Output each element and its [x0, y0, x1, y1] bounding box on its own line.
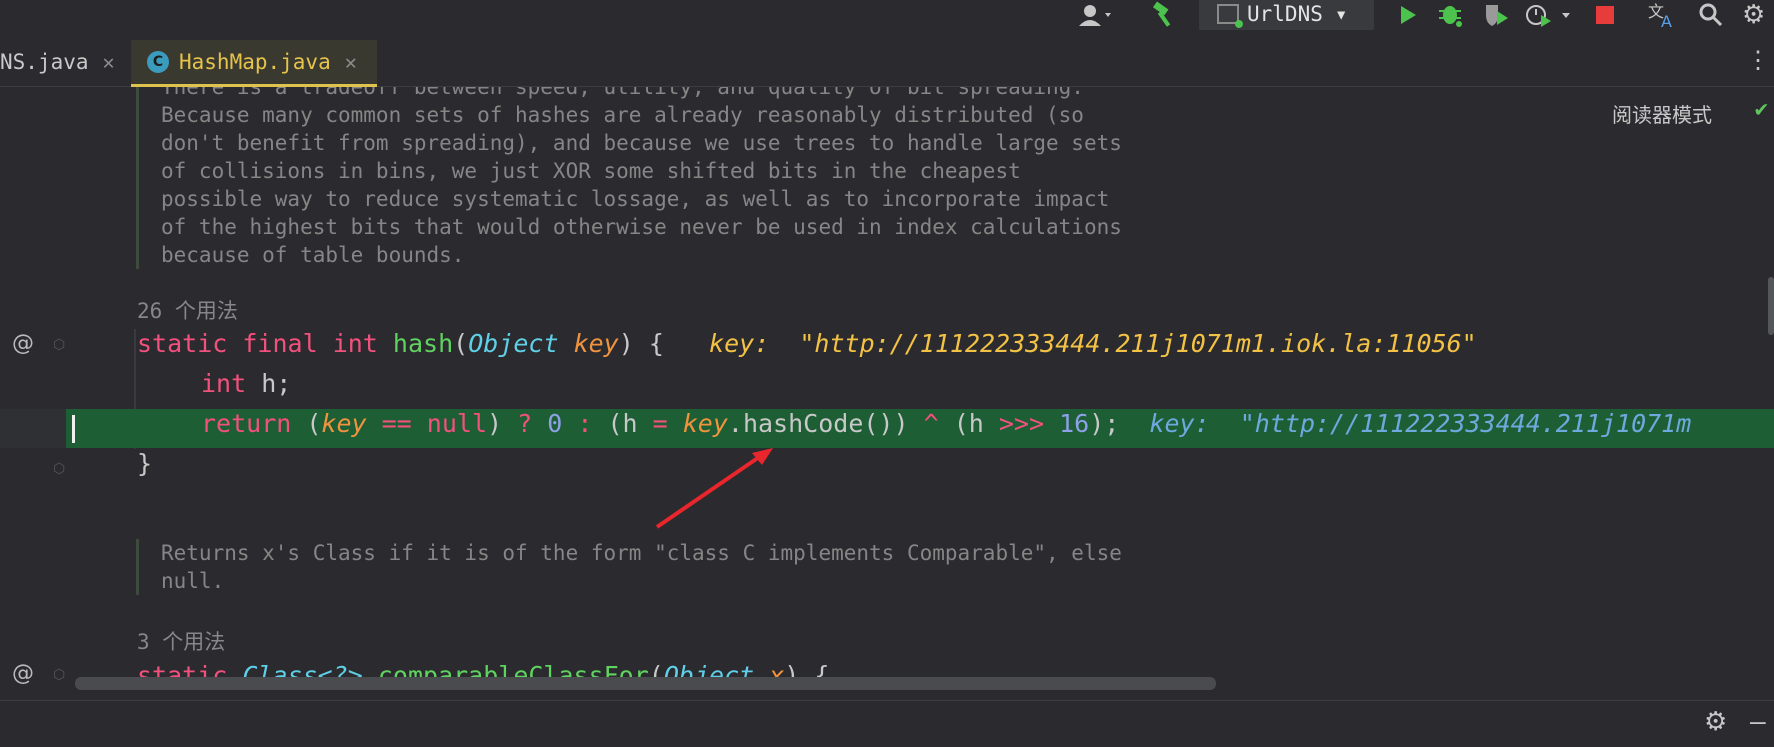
debug-inline-value: "http://111222333444.211j1071m — [1239, 409, 1692, 438]
keyword: return — [201, 409, 292, 438]
debug-inline-value-label: key: — [709, 329, 770, 358]
code-text: h; — [246, 369, 292, 398]
close-icon[interactable]: ✕ — [103, 50, 115, 74]
horizontal-scrollbar[interactable] — [75, 677, 1216, 690]
run-icon[interactable] — [1396, 0, 1420, 30]
doc-line: because of table bounds. — [161, 243, 465, 267]
svg-text:A: A — [1661, 12, 1672, 29]
settings-icon[interactable]: ⚙ — [1742, 0, 1765, 30]
tab-label: NS.java — [0, 50, 89, 74]
run-config-label: UrlDNS — [1247, 2, 1323, 26]
code-text: ( — [291, 409, 322, 438]
doc-line: null. — [161, 569, 225, 593]
code-text: (h — [607, 409, 653, 438]
doc-line: of the highest bits that would otherwise… — [161, 215, 1122, 239]
user-icon[interactable] — [1076, 0, 1116, 30]
code-text: (h — [938, 409, 999, 438]
paren: ) { — [618, 329, 664, 358]
override-gutter-mark[interactable]: @ — [12, 661, 34, 686]
code-text: ); — [1089, 409, 1120, 438]
override-gutter-mark[interactable]: @ — [12, 331, 34, 356]
doc-line: There is a tradeoff between speed, utili… — [161, 87, 1084, 99]
code-line-return: return (key == null) ? 0 : (h = key.hash… — [201, 409, 1691, 438]
tab-label: HashMap.java — [179, 50, 331, 74]
doc-line: Because many common sets of hashes are a… — [161, 103, 1084, 127]
run-config-icon — [1217, 4, 1243, 28]
check-icon: ✔ — [1754, 97, 1768, 122]
minimize-icon[interactable]: — — [1750, 707, 1766, 737]
code-text: .hashCode()) — [727, 409, 924, 438]
number: 16 — [1059, 409, 1090, 438]
debug-inline-value-label: key: — [1149, 409, 1210, 438]
gutter-current-line — [0, 409, 66, 448]
keyword: int — [201, 369, 247, 398]
param-type: Object — [468, 329, 559, 358]
reader-mode-button[interactable]: 阅读器模式 — [1612, 99, 1712, 128]
code-line-closing-brace: } — [137, 449, 153, 478]
stop-icon[interactable] — [1596, 0, 1614, 30]
param-name: key — [321, 409, 367, 438]
usages-hint[interactable]: 3 个用法 — [137, 626, 225, 656]
number: 0 — [547, 409, 563, 438]
code-text: ) — [487, 409, 518, 438]
operator: >>> — [998, 409, 1045, 438]
close-icon[interactable]: ✕ — [345, 50, 357, 74]
usages-hint[interactable]: 26 个用法 — [137, 295, 238, 325]
text-caret — [72, 415, 75, 443]
debug-icon[interactable] — [1437, 0, 1465, 30]
search-icon[interactable] — [1698, 0, 1724, 30]
fold-icon[interactable]: ⬡ — [53, 461, 71, 479]
editor-tab-bar: NS.java ✕ C HashMap.java ✕ ⋮ — [0, 30, 1774, 88]
doc-line: Returns x's Class if it is of the form "… — [161, 541, 1122, 565]
keyword: static — [137, 329, 228, 358]
tab-hashmap-java[interactable]: C HashMap.java ✕ — [131, 40, 377, 88]
code-editor[interactable]: 阅读器模式 ✔ There is a tradeoff between spee… — [0, 87, 1774, 691]
settings-icon[interactable]: ⚙ — [1704, 707, 1727, 737]
annotation-arrow — [655, 448, 773, 529]
keyword: final — [242, 329, 318, 358]
debug-inline-value: "http://111222333444.211j1071m1.iok.la:1… — [799, 329, 1477, 358]
method-name: hash — [392, 329, 454, 358]
keyword: null — [426, 409, 488, 438]
javadoc-comparable: Returns x's Class if it is of the form "… — [136, 539, 1122, 595]
javadoc-hash: There is a tradeoff between speed, utili… — [136, 87, 1122, 269]
fold-icon[interactable]: ⬡ — [53, 337, 71, 355]
coverage-icon[interactable] — [1482, 0, 1512, 30]
doc-line: don't benefit from spreading), and becau… — [161, 131, 1122, 155]
tab-ns-java[interactable]: NS.java ✕ — [0, 40, 115, 84]
chevron-down-icon: ▾ — [1334, 2, 1348, 26]
param-name: key — [682, 409, 728, 438]
paren: ( — [453, 329, 469, 358]
operator: : — [562, 409, 608, 438]
bottom-bar: ⚙ — — [0, 700, 1774, 747]
operator: ? — [517, 409, 533, 438]
main-toolbar: UrlDNS ▾ 文A ⚙ — [0, 0, 1774, 32]
code-line-int-h: int h; — [201, 369, 291, 398]
doc-line: possible way to reduce systematic lossag… — [161, 187, 1110, 211]
doc-line: of collisions in bins, we just XOR some … — [161, 159, 1021, 183]
fold-icon[interactable]: ⬡ — [53, 667, 71, 685]
profile-icon[interactable] — [1524, 0, 1574, 30]
vertical-scrollbar[interactable] — [1768, 277, 1774, 335]
operator: = — [652, 409, 668, 438]
operator: == — [366, 409, 427, 438]
class-icon: C — [147, 51, 169, 73]
operator: ^ — [923, 409, 939, 438]
code-line-hash-signature: static final int hash(Object key) { key:… — [137, 329, 1477, 358]
translate-icon[interactable]: 文A — [1648, 0, 1678, 30]
more-vertical-icon[interactable]: ⋮ — [1746, 46, 1770, 74]
run-configuration-select[interactable]: UrlDNS ▾ — [1199, 0, 1374, 32]
keyword: int — [332, 329, 378, 358]
build-hammer-icon[interactable] — [1150, 0, 1180, 30]
param-name: key — [573, 329, 619, 358]
